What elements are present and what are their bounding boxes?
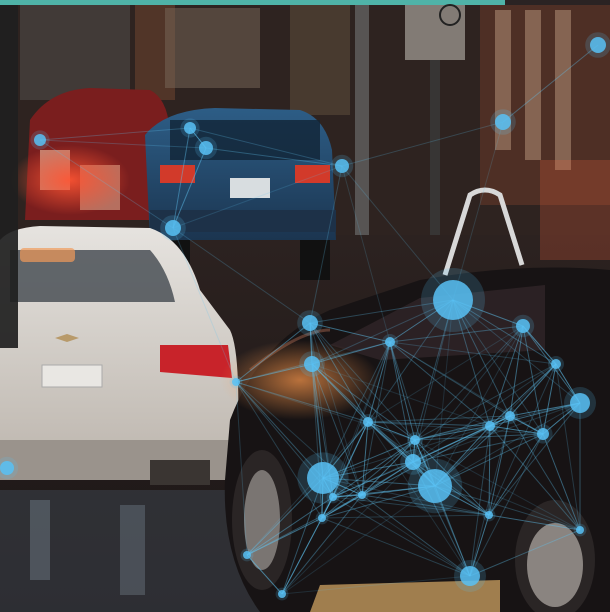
network-node bbox=[329, 493, 337, 501]
network-link bbox=[341, 121, 504, 167]
left-panel-overlay bbox=[0, 5, 18, 348]
network-link bbox=[246, 554, 283, 595]
network-link bbox=[341, 165, 391, 343]
network-link bbox=[246, 517, 323, 556]
network-node bbox=[302, 315, 318, 331]
network-node bbox=[460, 566, 480, 586]
network-node bbox=[551, 359, 561, 369]
network-link bbox=[469, 425, 491, 577]
network-link bbox=[235, 381, 248, 556]
network-node bbox=[243, 551, 251, 559]
network-link bbox=[281, 575, 471, 595]
network-link bbox=[489, 425, 581, 531]
network-link bbox=[39, 127, 191, 141]
network-node bbox=[184, 122, 196, 134]
network-link bbox=[469, 433, 544, 577]
network-node bbox=[485, 421, 495, 431]
network-node bbox=[199, 141, 213, 155]
network-node bbox=[385, 337, 395, 347]
network-node bbox=[335, 159, 349, 173]
network-node bbox=[433, 280, 473, 320]
network-link bbox=[281, 517, 323, 595]
photo-scene bbox=[0, 0, 610, 612]
network-link bbox=[172, 147, 207, 229]
network-link bbox=[172, 227, 311, 324]
network-link bbox=[542, 433, 581, 531]
network-node bbox=[590, 37, 606, 53]
network-node bbox=[307, 462, 339, 494]
network-node bbox=[358, 491, 366, 499]
network-link bbox=[172, 227, 237, 383]
network-link bbox=[172, 127, 191, 229]
network-overlay bbox=[0, 32, 610, 601]
network-node bbox=[576, 526, 584, 534]
network-node bbox=[418, 469, 452, 503]
network-node bbox=[318, 514, 326, 522]
network-node bbox=[516, 319, 530, 333]
network-link bbox=[321, 514, 490, 519]
network-link bbox=[205, 147, 343, 167]
network-link bbox=[412, 402, 581, 463]
network-node bbox=[537, 428, 549, 440]
network-node bbox=[485, 511, 493, 519]
network-node bbox=[570, 393, 590, 413]
network-node bbox=[165, 220, 181, 236]
network-node bbox=[505, 411, 515, 421]
network-node bbox=[410, 435, 420, 445]
network-node bbox=[304, 356, 320, 372]
network-link bbox=[172, 165, 343, 229]
network-node bbox=[34, 134, 46, 146]
network-link bbox=[332, 496, 490, 516]
network-link bbox=[509, 363, 557, 417]
network-link bbox=[488, 425, 491, 516]
network-node bbox=[363, 417, 373, 427]
network-link bbox=[39, 139, 174, 229]
network-link bbox=[502, 44, 599, 123]
network-node bbox=[0, 461, 14, 475]
network-node bbox=[495, 114, 511, 130]
network-node bbox=[232, 378, 240, 386]
network-link bbox=[39, 139, 207, 149]
network-link bbox=[469, 529, 581, 577]
network-node bbox=[278, 590, 286, 598]
network-link bbox=[389, 341, 557, 365]
network-link bbox=[309, 165, 343, 324]
